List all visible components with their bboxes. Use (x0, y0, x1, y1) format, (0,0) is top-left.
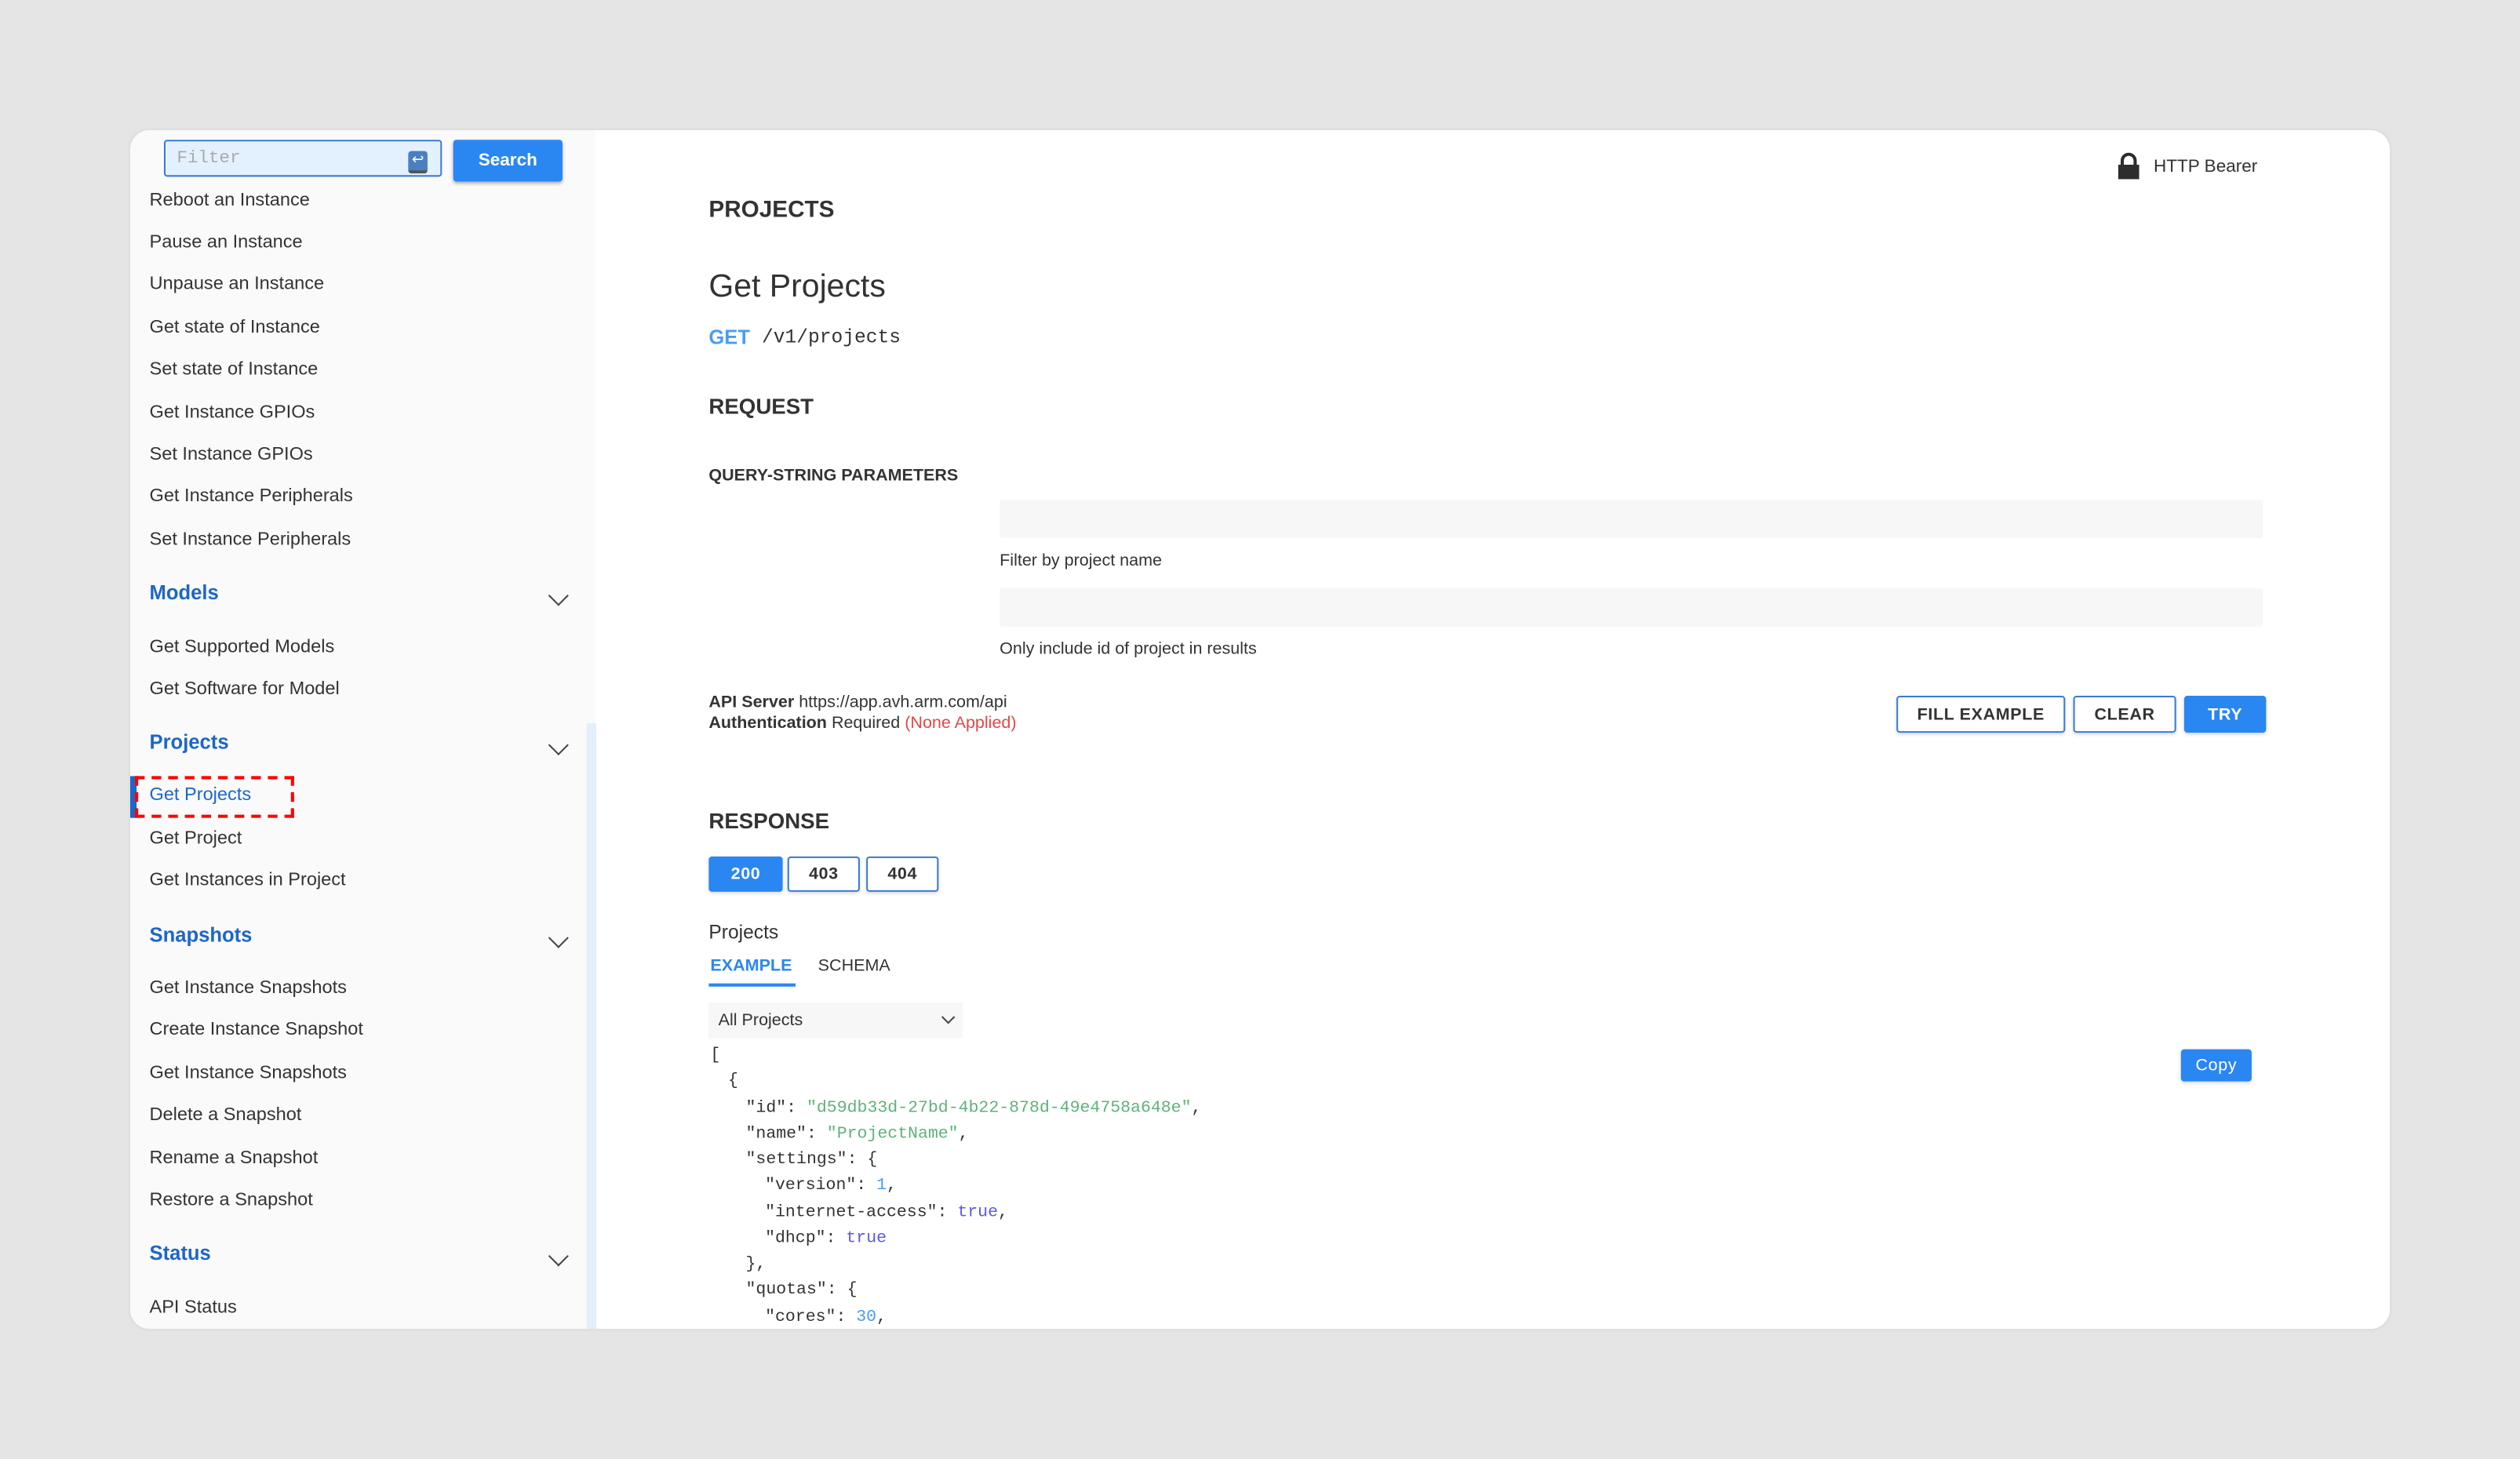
code-line: { (727, 1072, 738, 1091)
filter-field[interactable]: ↩ (163, 140, 442, 177)
sidebar-item-reboot-an-instance[interactable]: Reboot an Instance (150, 191, 310, 211)
sidebar-item-get-instance-peripherals[interactable]: Get Instance Peripherals (150, 487, 353, 507)
sidebar-item-create-instance-snapshot[interactable]: Create Instance Snapshot (150, 1021, 363, 1040)
ids-only-param-input[interactable] (1000, 588, 2263, 627)
sidebar-item-pause-an-instance[interactable]: Pause an Instance (150, 233, 303, 253)
sidebar-item-rename-a-snapshot[interactable]: Rename a Snapshot (150, 1149, 319, 1169)
param-description: Filter by project name (1000, 551, 1163, 571)
example-select[interactable]: All Projects (708, 1002, 963, 1039)
code-line: "dhcp": true (765, 1229, 887, 1249)
tab-example[interactable]: EXAMPLE (710, 956, 792, 976)
sidebar-item-get-software-for-model[interactable]: Get Software for Model (150, 680, 340, 700)
sidebar-group-projects[interactable]: Projects (150, 731, 229, 754)
fill-example-button[interactable]: FILL EXAMPLE (1896, 696, 2066, 733)
chevron-down-icon[interactable] (548, 585, 569, 606)
sidebar: ↩ Search Reboot an Instance Pause an Inst… (129, 129, 596, 1330)
query-params-heading: QUERY-STRING PARAMETERS (708, 466, 959, 486)
sidebar-scrollbar[interactable] (586, 722, 596, 1330)
chevron-down-icon[interactable] (548, 734, 569, 756)
try-button[interactable]: TRY (2183, 696, 2267, 733)
tab-schema[interactable]: SCHEMA (818, 956, 890, 976)
sidebar-item-restore-a-snapshot[interactable]: Restore a Snapshot (150, 1191, 313, 1210)
auth-label: HTTP Bearer (2153, 157, 2258, 177)
status-403-button[interactable]: 403 (787, 856, 860, 892)
auth-status: (None Applied) (905, 713, 1017, 733)
sidebar-group-status[interactable]: Status (150, 1242, 211, 1264)
sidebar-item-set-state-of-instance[interactable]: Set state of Instance (150, 360, 319, 380)
response-name: Projects (708, 920, 779, 944)
active-tab-underline (708, 983, 796, 987)
filter-input[interactable] (173, 147, 406, 171)
request-heading: REQUEST (708, 394, 814, 419)
section-title: PROJECTS (708, 197, 835, 224)
param-description: Only include id of project in results (1000, 639, 1257, 659)
sidebar-item-api-status[interactable]: API Status (150, 1298, 237, 1318)
code-line: }, (745, 1254, 767, 1275)
status-200-button[interactable]: 200 (708, 856, 783, 892)
sidebar-item-get-projects[interactable]: Get Projects (150, 786, 252, 806)
chevron-down-icon[interactable] (548, 1246, 569, 1267)
clear-button[interactable]: CLEAR (2073, 696, 2176, 733)
api-server-row: API Server https://app.avh.arm.com/api (708, 693, 1007, 712)
example-select-value: All Projects (718, 1010, 803, 1031)
sidebar-group-models[interactable]: Models (150, 582, 219, 605)
response-heading: RESPONSE (708, 809, 830, 834)
sidebar-item-get-state-of-instance[interactable]: Get state of Instance (150, 318, 320, 338)
sidebar-item-get-supported-models[interactable]: Get Supported Models (150, 638, 335, 657)
sidebar-group-snapshots[interactable]: Snapshots (150, 924, 253, 947)
authentication-row: Authentication Required (None Applied) (708, 714, 1016, 733)
code-line: "quotas": { (745, 1280, 858, 1301)
lock-icon (2118, 152, 2139, 180)
sidebar-item-set-instance-gpios[interactable]: Set Instance GPIOs (150, 445, 313, 464)
auth-required: Required (831, 713, 901, 733)
code-line: "id": "d59db33d-27bd-4b22-878d-49e4758a6… (745, 1099, 1202, 1119)
sidebar-item-set-instance-peripherals[interactable]: Set Instance Peripherals (150, 530, 351, 550)
chevron-down-icon[interactable] (548, 927, 569, 948)
sidebar-item-get-instance-snapshots[interactable]: Get Instance Snapshots (150, 1064, 347, 1083)
http-method: GET (708, 326, 751, 349)
sidebar-item-unpause-an-instance[interactable]: Unpause an Instance (150, 275, 325, 294)
search-button[interactable]: Search (453, 140, 563, 182)
page-title: Get Projects (708, 269, 886, 305)
auth-row-label: Authentication (708, 713, 827, 733)
sidebar-item-get-project[interactable]: Get Project (150, 829, 242, 849)
code-line: "internet-access": true, (765, 1203, 1008, 1223)
code-line: "settings": { (745, 1150, 878, 1170)
chevron-down-icon (941, 1010, 956, 1024)
api-server-label: API Server (708, 692, 795, 712)
enter-key-icon: ↩ (408, 151, 428, 174)
copy-button[interactable]: Copy (2180, 1049, 2252, 1082)
sidebar-item-delete-a-snapshot[interactable]: Delete a Snapshot (150, 1105, 302, 1125)
code-line: "cores": 30, (765, 1308, 887, 1328)
sidebar-item-get-instance-snapshots[interactable]: Get Instance Snapshots (150, 979, 347, 999)
code-line: "version": 1, (765, 1176, 897, 1196)
name-param-input[interactable] (1000, 500, 2263, 539)
code-line: [ (710, 1046, 721, 1066)
sidebar-item-get-instances-in-project[interactable]: Get Instances in Project (150, 871, 346, 890)
status-404-button[interactable]: 404 (866, 856, 939, 892)
api-server-url: https://app.avh.arm.com/api (799, 692, 1007, 712)
endpoint-path: /v1/projects (761, 326, 901, 349)
api-docs-window: ↩ Search Reboot an Instance Pause an Inst… (129, 129, 2391, 1330)
sidebar-item-get-instance-gpios[interactable]: Get Instance GPIOs (150, 403, 315, 423)
code-line: "name": "ProjectName", (745, 1124, 969, 1144)
